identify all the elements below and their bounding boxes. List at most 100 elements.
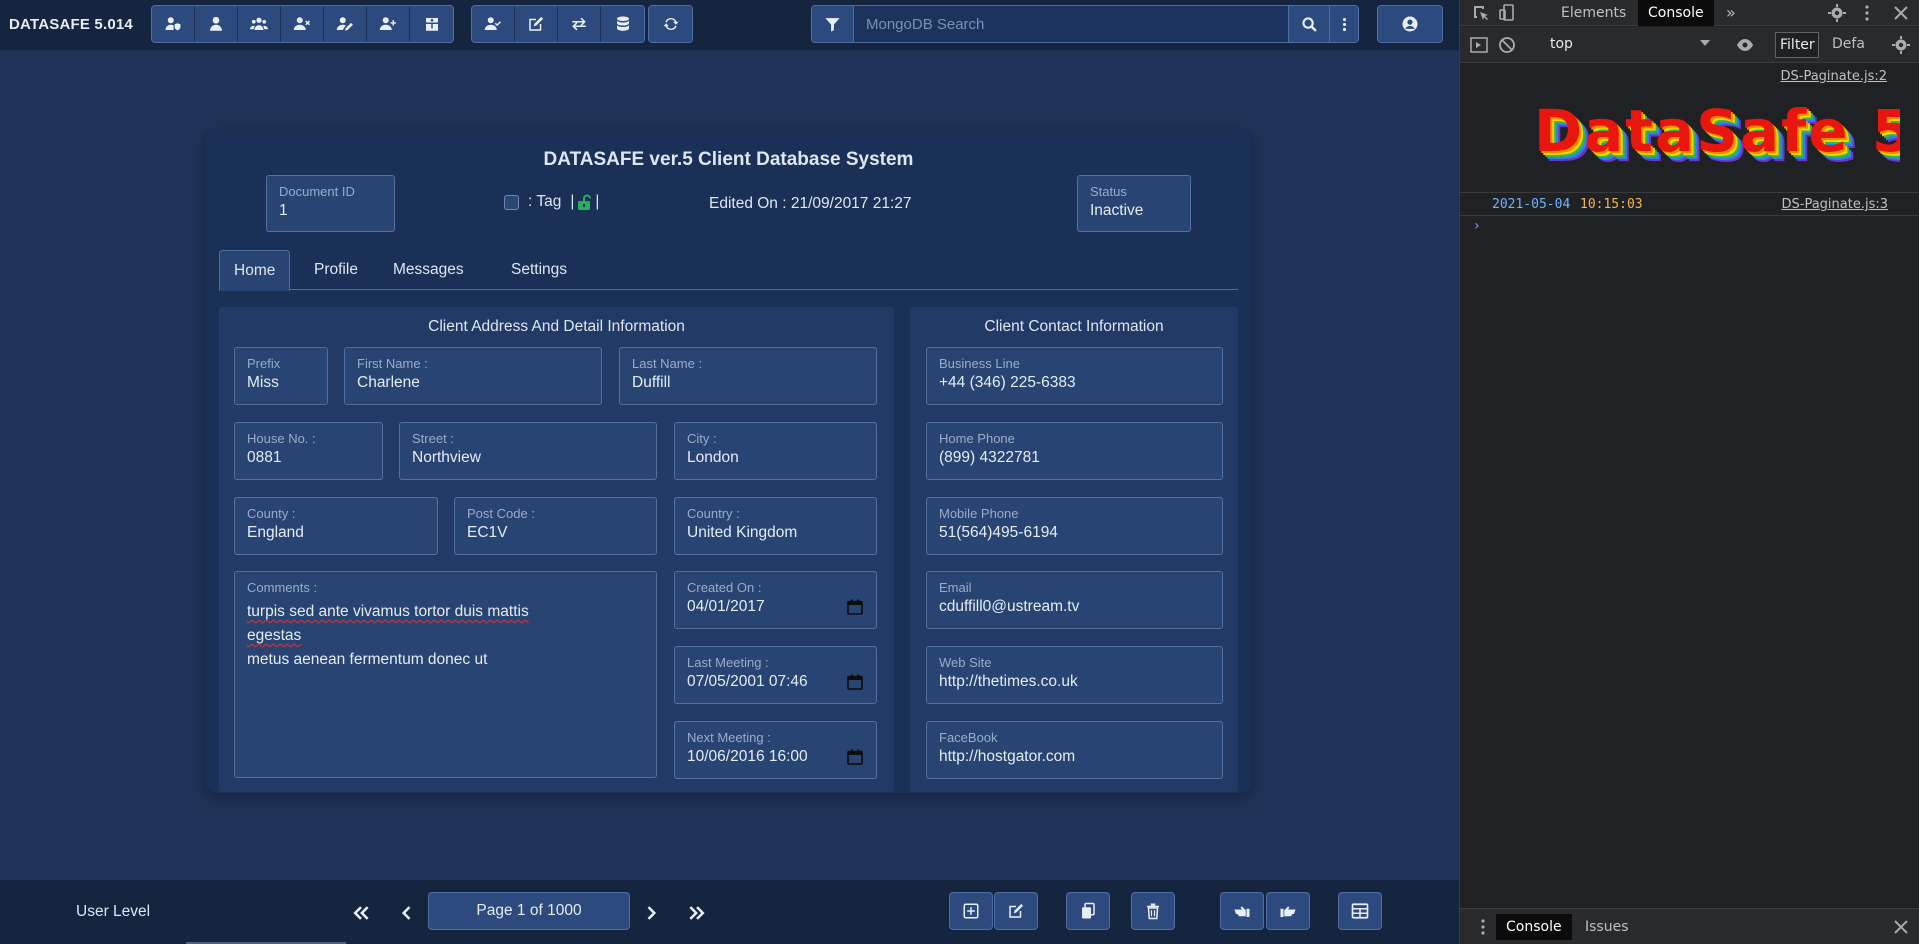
email-label: Email — [939, 580, 972, 595]
post-code-field[interactable]: Post Code : EC1V — [454, 497, 657, 555]
email-field[interactable]: Email cduffill0@ustream.tv — [926, 571, 1223, 629]
last-page-icon[interactable] — [686, 902, 708, 924]
clear-console-icon[interactable] — [1498, 36, 1516, 54]
tab-messages[interactable]: Messages — [393, 250, 464, 290]
facebook-field[interactable]: FaceBook http://hostgator.com — [926, 721, 1223, 779]
user-check-icon[interactable] — [472, 6, 515, 42]
created-on-value: 04/01/2017 — [687, 598, 765, 615]
page-indicator[interactable]: Page 1 of 1000 — [428, 892, 630, 930]
calendar-icon[interactable] — [847, 599, 863, 615]
tab-settings[interactable]: Settings — [511, 250, 567, 290]
settings-gear-icon[interactable] — [1892, 36, 1910, 54]
user-tie-icon[interactable] — [410, 6, 453, 42]
prefix-label: Prefix — [247, 356, 281, 371]
next-meeting-field[interactable]: Next Meeting : 10/06/2016 16:00 — [674, 721, 877, 779]
document-id-field: Document ID 1 — [266, 175, 395, 232]
last-name-field[interactable]: Last Name : Duffill — [619, 347, 877, 405]
street-field[interactable]: Street : Northview — [399, 422, 657, 480]
web-site-field[interactable]: Web Site http://thetimes.co.uk — [926, 646, 1223, 704]
country-label: Country : — [687, 506, 740, 521]
drawer-tab-console[interactable]: Console — [1496, 914, 1572, 940]
edit-external-icon[interactable] — [515, 6, 558, 42]
log-levels-dropdown[interactable]: Defa — [1832, 36, 1865, 52]
mobile-phone-field[interactable]: Mobile Phone 51(564)495-6194 — [926, 497, 1223, 555]
first-page-icon[interactable] — [350, 902, 372, 924]
county-label: County : — [247, 506, 296, 521]
house-no-label: House No. : — [247, 431, 316, 446]
prefix-field[interactable]: Prefix Miss — [234, 347, 328, 405]
next-meeting-label: Next Meeting : — [687, 730, 771, 745]
business-line-field[interactable]: Business Line +44 (346) 225-6383 — [926, 347, 1223, 405]
country-field[interactable]: Country : United Kingdom — [674, 497, 877, 555]
search-input[interactable] — [853, 6, 1289, 42]
city-label: City : — [687, 431, 717, 446]
created-on-field[interactable]: Created On : 04/01/2017 — [674, 571, 877, 629]
home-phone-field[interactable]: Home Phone (899) 4322781 — [926, 422, 1223, 480]
hand-point-left-icon — [1234, 906, 1250, 917]
next-page-icon[interactable] — [640, 902, 662, 924]
tab-elements[interactable]: Elements — [1561, 0, 1626, 26]
tag-label: : Tag — [528, 193, 562, 210]
search-icon[interactable] — [1289, 6, 1330, 42]
export-button[interactable] — [1266, 892, 1310, 930]
house-no-field[interactable]: House No. : 0881 — [234, 422, 383, 480]
context-selector[interactable]: top — [1550, 36, 1573, 52]
more-tabs-icon[interactable]: » — [1726, 0, 1736, 26]
copy-record-button[interactable] — [1066, 892, 1110, 930]
user-edit-icon[interactable] — [324, 6, 367, 42]
tab-home[interactable]: Home — [219, 250, 291, 291]
comments-line: turpis sed ante vivamus tortor duis matt… — [247, 603, 529, 644]
delete-record-button[interactable] — [1131, 892, 1175, 930]
county-field[interactable]: County : England — [234, 497, 438, 555]
first-name-field[interactable]: First Name : Charlene — [344, 347, 602, 405]
drawer-tab-issues[interactable]: Issues — [1585, 914, 1629, 940]
sidebar-toggle-icon[interactable] — [1470, 36, 1488, 54]
close-icon[interactable] — [1892, 918, 1910, 936]
account-button[interactable] — [1377, 5, 1443, 43]
user-icon[interactable] — [195, 6, 238, 42]
sync-icon[interactable] — [649, 6, 692, 42]
user-add-icon[interactable] — [367, 6, 410, 42]
tab-profile[interactable]: Profile — [314, 250, 358, 290]
users-icon[interactable] — [238, 6, 281, 42]
tab-console[interactable]: Console — [1638, 0, 1714, 26]
source-link[interactable]: DS-Paginate.js:2 — [1780, 69, 1887, 84]
more-vertical-icon[interactable] — [1330, 6, 1358, 42]
next-meeting-value: 10/06/2016 16:00 — [687, 748, 808, 765]
user-shield-icon[interactable] — [152, 6, 195, 42]
filter-icon[interactable] — [812, 6, 853, 42]
source-link[interactable]: DS-Paginate.js:3 — [1781, 197, 1888, 212]
edit-record-button[interactable] — [994, 892, 1038, 930]
comments-field[interactable]: Comments : turpis sed ante vivamus torto… — [234, 571, 657, 778]
user-circle-icon — [1402, 16, 1418, 32]
console-prompt[interactable]: › — [1474, 218, 1480, 234]
database-icon[interactable] — [601, 6, 644, 42]
close-icon[interactable] — [1892, 4, 1910, 22]
unlock-icon[interactable] — [577, 194, 592, 210]
card-title: DATASAFE ver.5 Client Database System — [543, 149, 914, 170]
calendar-icon[interactable] — [847, 749, 863, 765]
first-name-value: Charlene — [357, 374, 420, 391]
add-record-button[interactable] — [949, 892, 993, 930]
client-record-card: DATASAFE ver.5 Client Database System Do… — [206, 131, 1251, 793]
chevron-down-icon[interactable] — [1700, 40, 1710, 46]
previous-page-icon[interactable] — [396, 902, 418, 924]
tag-checkbox[interactable] — [504, 194, 519, 210]
more-vertical-icon[interactable] — [1858, 4, 1876, 22]
city-field[interactable]: City : London — [674, 422, 877, 480]
home-phone-label: Home Phone — [939, 431, 1015, 446]
user-remove-icon[interactable] — [281, 6, 324, 42]
console-toolbar: top Filter Defa — [1460, 27, 1919, 63]
settings-gear-icon[interactable] — [1828, 4, 1846, 22]
eye-icon[interactable] — [1736, 36, 1754, 54]
exchange-icon[interactable] — [558, 6, 601, 42]
more-vertical-icon[interactable] — [1474, 918, 1492, 936]
calendar-icon[interactable] — [847, 674, 863, 690]
table-view-button[interactable] — [1338, 892, 1382, 930]
street-value: Northview — [412, 449, 481, 466]
inspect-icon[interactable] — [1472, 4, 1490, 22]
device-toolbar-icon[interactable] — [1498, 4, 1516, 22]
console-filter-input[interactable]: Filter — [1775, 32, 1819, 58]
last-meeting-field[interactable]: Last Meeting : 07/05/2001 07:46 — [674, 646, 877, 704]
import-button[interactable] — [1220, 892, 1264, 930]
